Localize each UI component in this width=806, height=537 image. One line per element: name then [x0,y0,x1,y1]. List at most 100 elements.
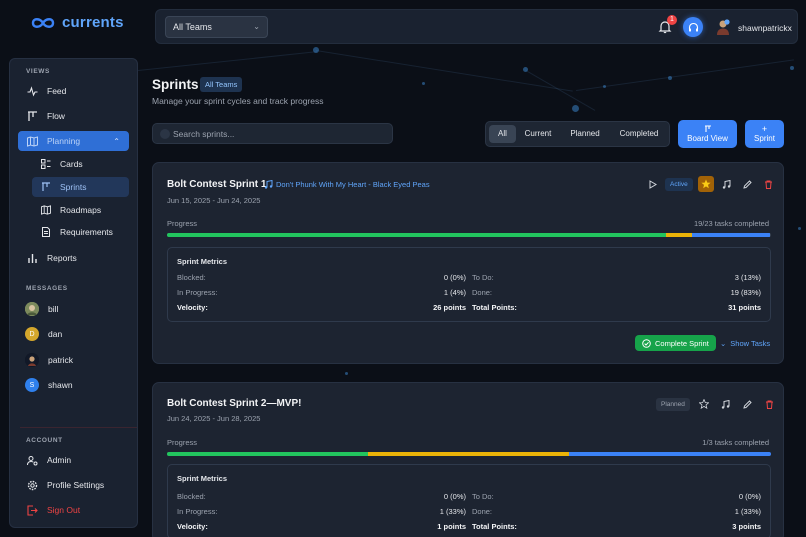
song-title: Don't Phunk With My Heart - Black Eyed P… [276,180,430,189]
show-tasks-button[interactable]: ⌄ Show Tasks [720,339,770,348]
edit-button[interactable] [740,396,756,412]
play-icon [649,179,657,189]
sidebar-item-label: Sprints [60,182,87,192]
message-item-bill[interactable]: bill [16,299,58,319]
username[interactable]: shawnpatrickx [738,23,792,33]
board-view-button[interactable]: Board View [678,120,737,148]
progress-in-progress-segment [665,233,692,237]
sidebar-item-label: Reports [47,253,77,263]
sidebar-item-reports[interactable]: Reports [18,248,77,268]
search-icon [160,129,170,139]
music-note-icon [722,399,730,409]
sidebar-item-label: Requirements [60,227,113,237]
app-name: currents [62,14,124,31]
message-item-shawn[interactable]: S shawn [16,375,73,395]
sidebar-item-sign-out[interactable]: Sign Out [18,500,80,520]
favorite-button[interactable] [696,396,712,412]
show-tasks-label: Show Tasks [730,339,771,348]
check-circle-icon [642,338,651,348]
trash-icon [765,180,773,189]
progress-label: Progress [167,219,198,228]
team-select-value: All Teams [173,22,212,32]
cards-icon [41,159,51,169]
sidebar-item-label: Flow [47,111,65,121]
app-logo[interactable]: currents [30,14,124,31]
sidebar-item-label: Sign Out [47,505,81,515]
sidebar-item-planning[interactable]: Planning ⌃ [18,131,129,151]
sidebar-item-cards[interactable]: Cards [32,154,83,174]
board-icon [704,125,711,132]
sprint-title: Bolt Contest Sprint 1 [167,179,267,190]
progress-bar [167,233,771,237]
sidebar-item-sprints[interactable]: Sprints [32,177,129,197]
progress-count: 19/23 tasks completed [693,219,769,228]
edit-button[interactable] [740,176,756,192]
search-box [152,123,393,144]
complete-sprint-button[interactable]: Complete Sprint [635,335,716,351]
sidebar-item-roadmaps[interactable]: Roadmaps [32,200,101,220]
favorite-button[interactable] [697,176,714,192]
filter-current[interactable]: Current [519,125,557,143]
velocity-label: Velocity: [177,522,208,531]
plus-icon: + [761,124,768,134]
progress-bar [167,452,771,456]
velocity-value: 1 points [437,522,466,531]
progress-done-segment [167,452,369,456]
sprint-song-link[interactable]: Don't Phunk With My Heart - Black Eyed P… [264,180,430,189]
total-points-value: 31 points [728,303,761,312]
sprint-card: Bolt Contest Sprint 1 Don't Phunk With M… [152,162,784,364]
blocked-value: 0 (0%) [443,273,466,282]
message-item-dan[interactable]: D dan [16,324,62,344]
message-name: bill [48,304,59,314]
todo-value: 3 (13%) [734,273,761,282]
sidebar-item-flow[interactable]: Flow [18,106,65,126]
sidebar-item-label: Roadmaps [60,205,102,215]
team-filter-pill: All Teams [200,77,243,92]
music-button[interactable] [718,396,734,412]
notification-count-badge: 1 [667,15,677,25]
progress-count: 1/3 tasks completed [702,438,769,447]
messages-section-label: MESSAGES [26,285,68,292]
audio-player-button[interactable] [683,17,703,37]
play-button[interactable] [644,176,660,192]
complete-sprint-label: Complete Sprint [655,338,709,348]
progress-done-segment [167,233,666,237]
sprint-filter-tabs: All Current Planned Completed [485,121,670,147]
todo-label: To Do: [472,492,494,501]
chevron-down-icon: ⌄ [720,339,727,348]
new-sprint-button[interactable]: + Sprint [745,120,784,148]
music-button[interactable] [719,176,735,192]
sidebar-item-profile-settings[interactable]: Profile Settings [18,475,104,495]
progress-todo-segment [691,233,771,237]
account-section-label: ACCOUNT [26,437,63,444]
user-avatar[interactable] [716,19,730,35]
sidebar-item-label: Feed [47,86,67,96]
filter-planned[interactable]: Planned [562,125,608,143]
bar-chart-icon [28,253,37,263]
new-sprint-label: Sprint [754,134,775,143]
delete-button[interactable] [761,176,777,192]
avatar: D [25,327,39,341]
sidebar-item-requirements[interactable]: Requirements [32,222,113,242]
total-points-value: 3 points [732,522,761,531]
filter-completed[interactable]: Completed [611,125,667,143]
filter-all[interactable]: All [489,125,516,143]
team-select[interactable]: All Teams ⌄ [165,16,268,38]
star-icon [701,179,711,189]
sidebar-item-feed[interactable]: Feed [18,81,66,101]
message-item-patrick[interactable]: patrick [16,350,73,370]
sidebar-item-admin[interactable]: Admin [18,450,71,470]
search-input[interactable] [173,127,383,141]
star-icon [698,399,709,409]
admin-user-icon [27,455,38,465]
sprint-actions: Planned [656,396,778,412]
progress-todo-segment [569,452,771,456]
avatar [25,353,39,367]
sprint-dates: Jun 24, 2025 - Jun 28, 2025 [167,414,261,423]
music-note-icon [723,179,731,189]
progress-label: Progress [167,438,198,447]
delete-button[interactable] [762,396,778,412]
done-value: 1 (33%) [734,507,761,516]
activity-icon [27,85,38,97]
sprint-metrics: Sprint Metrics Blocked: 0 (0%) In Progre… [167,247,771,322]
